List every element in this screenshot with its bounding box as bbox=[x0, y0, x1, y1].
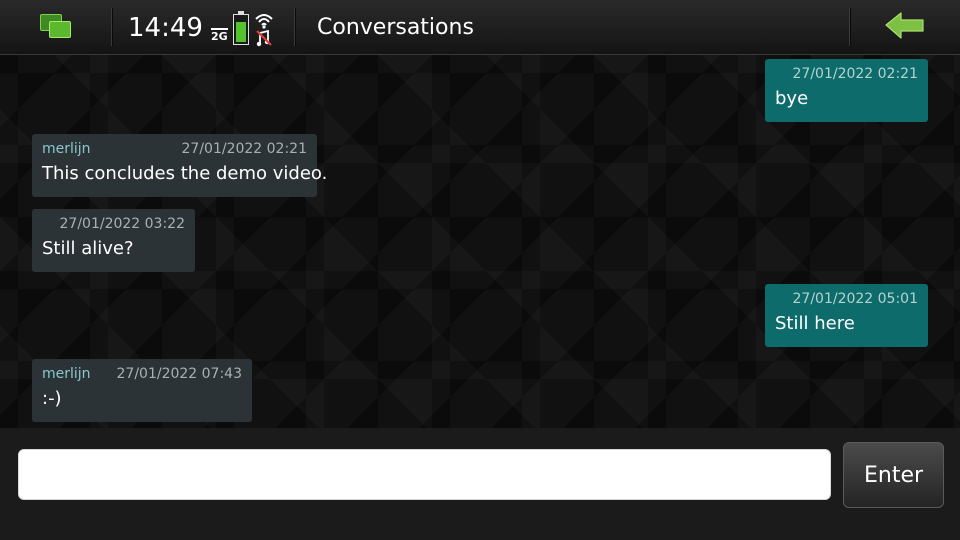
enter-button[interactable]: Enter bbox=[843, 442, 944, 508]
message-bubble-outgoing[interactable]: 27/01/2022 02:21 bye bbox=[765, 59, 928, 122]
page-title: Conversations bbox=[317, 15, 474, 40]
message-timestamp: 27/01/2022 03:22 bbox=[59, 216, 186, 232]
message-text: Still here bbox=[775, 313, 855, 334]
battery-icon bbox=[233, 11, 249, 45]
message-sender: merlijn bbox=[42, 141, 91, 157]
message-text: :-) bbox=[42, 388, 62, 409]
divider bbox=[111, 8, 112, 46]
composer-bar: Enter bbox=[0, 428, 960, 540]
task-switcher-icon[interactable] bbox=[38, 12, 74, 40]
back-arrow-icon[interactable] bbox=[884, 10, 926, 42]
message-timestamp: 27/01/2022 02:21 bbox=[181, 141, 308, 157]
message-text: Still alive? bbox=[42, 238, 134, 259]
divider bbox=[849, 8, 850, 46]
status-clock: 14:49 bbox=[128, 13, 203, 43]
divider bbox=[294, 8, 295, 46]
message-bubble-outgoing[interactable]: 27/01/2022 05:01 Still here bbox=[765, 284, 928, 347]
conversation-view[interactable]: 27/01/2022 02:21 bye merlijn 27/01/2022 … bbox=[0, 55, 960, 428]
message-timestamp: 27/01/2022 05:01 bbox=[792, 291, 919, 307]
message-bubble-incoming[interactable]: merlijn 27/01/2022 07:43 :-) bbox=[32, 359, 252, 422]
wifi-icon bbox=[254, 11, 274, 47]
message-sender: merlijn bbox=[42, 366, 91, 382]
network-indicator: 2G bbox=[211, 28, 228, 43]
message-text: This concludes the demo video. bbox=[42, 163, 328, 184]
message-bubble-incoming[interactable]: 27/01/2022 03:22 Still alive? bbox=[32, 209, 195, 272]
message-timestamp: 27/01/2022 07:43 bbox=[116, 366, 243, 382]
message-input[interactable] bbox=[18, 449, 831, 500]
message-timestamp: 27/01/2022 02:21 bbox=[792, 66, 919, 82]
message-text: bye bbox=[775, 88, 809, 109]
message-bubble-incoming[interactable]: merlijn 27/01/2022 02:21 This concludes … bbox=[32, 134, 328, 197]
battery-level-fill bbox=[236, 22, 246, 42]
status-title-bar: 14:49 2G Conversations bbox=[0, 0, 960, 55]
